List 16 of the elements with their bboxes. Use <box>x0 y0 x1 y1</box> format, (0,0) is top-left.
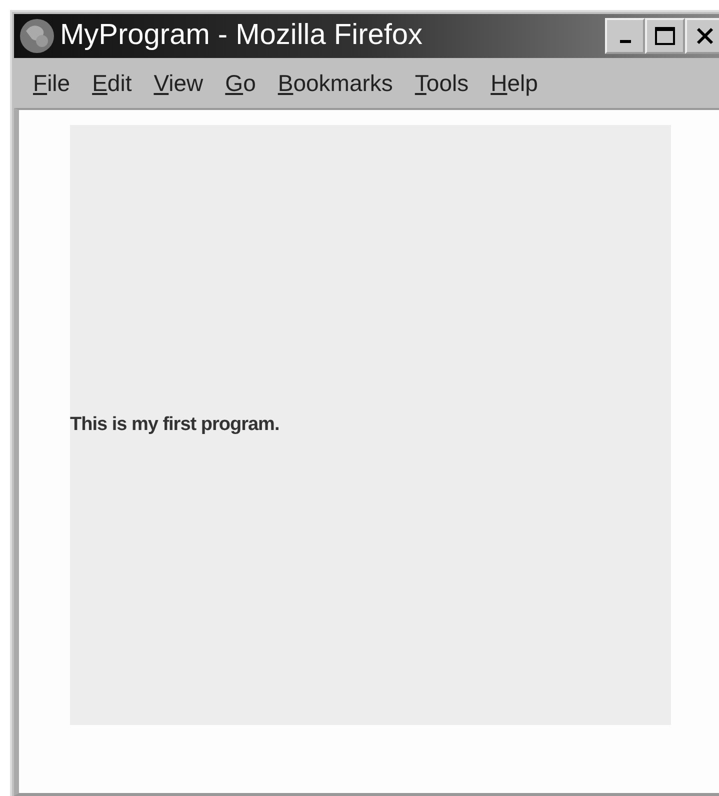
maximize-button[interactable] <box>645 18 685 54</box>
menu-item[interactable]: File <box>22 66 82 100</box>
menu-item[interactable]: Edit <box>81 66 143 100</box>
minimize-icon <box>620 40 630 42</box>
globe-icon <box>18 17 56 55</box>
window-title: MyProgram - Mozilla Firefox <box>60 18 424 54</box>
minimize-button[interactable] <box>605 18 645 54</box>
close-icon <box>695 26 715 46</box>
menu-item[interactable]: Bookmarks <box>266 66 404 100</box>
maximize-icon <box>654 26 676 46</box>
close-button[interactable] <box>685 18 719 54</box>
menu-item[interactable]: Go <box>214 66 267 100</box>
body-text: This is my first program. <box>70 412 280 437</box>
menu-item[interactable]: View <box>142 66 214 100</box>
menu-item[interactable]: Help <box>480 66 549 100</box>
menu-item[interactable]: Tools <box>404 66 480 100</box>
